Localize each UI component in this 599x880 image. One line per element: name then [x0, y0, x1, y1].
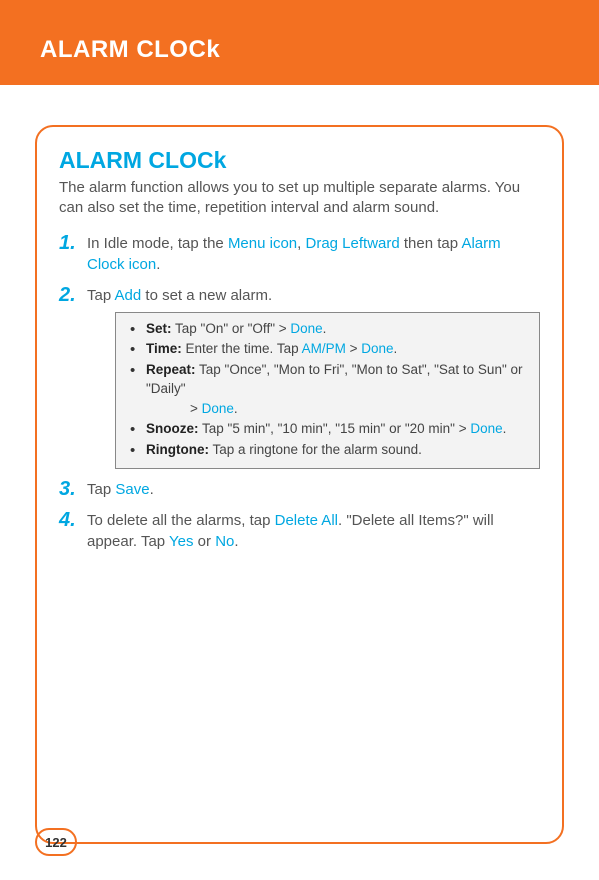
snooze-t1: Tap "5 min", "10 min", "15 min" or "20 m…	[199, 421, 471, 436]
setting-set: Set: Tap "On" or "Off" > Done.	[126, 319, 529, 339]
step-1-mid1: ,	[297, 235, 305, 252]
step-2-post: to set a new alarm.	[141, 287, 272, 304]
settings-infobox: Set: Tap "On" or "Off" > Done. Time: Ent…	[115, 312, 540, 470]
time-ampm: AM/PM	[302, 341, 346, 356]
intro-text: The alarm function allows you to set up …	[59, 178, 540, 219]
steps-list: In Idle mode, tap the Menu icon, Drag Le…	[59, 233, 540, 553]
delete-all-link: Delete All	[275, 512, 338, 529]
yes-link: Yes	[169, 533, 193, 550]
ringtone-t1: Tap a ringtone for the alarm sound.	[209, 442, 422, 457]
step-4: To delete all the alarms, tap Delete All…	[59, 510, 540, 552]
header-title: ALARM CLOCk	[40, 36, 559, 64]
step-4-pre: To delete all the alarms, tap	[87, 512, 275, 529]
step-1-post: .	[156, 256, 160, 273]
ringtone-label: Ringtone:	[146, 442, 209, 457]
step-4-mid2: or	[194, 533, 216, 550]
header-title-tail: k	[206, 36, 220, 63]
setting-snooze: Snooze: Tap "5 min", "10 min", "15 min" …	[126, 419, 529, 439]
add-link: Add	[115, 287, 142, 304]
page-header: ALARM CLOCk	[0, 0, 599, 85]
section-title-main: ALARM CLOC	[59, 147, 214, 173]
content-panel: ALARM CLOCk The alarm function allows yo…	[35, 125, 564, 844]
section-title-tail: k	[214, 147, 227, 173]
time-label: Time:	[146, 341, 182, 356]
step-2-pre: Tap	[87, 287, 115, 304]
section-title: ALARM CLOCk	[59, 147, 540, 174]
snooze-t2: .	[503, 421, 507, 436]
repeat-cont-post: .	[234, 401, 238, 416]
page-number: 122	[45, 835, 67, 850]
step-3-post: .	[150, 481, 154, 498]
repeat-continuation: > Done.	[146, 399, 529, 419]
set-t2: .	[323, 321, 327, 336]
set-label: Set:	[146, 321, 172, 336]
setting-time: Time: Enter the time. Tap AM/PM > Done.	[126, 339, 529, 359]
no-link: No	[215, 533, 234, 550]
page-number-badge: 122	[35, 828, 77, 856]
step-4-post: .	[234, 533, 238, 550]
time-t2: >	[346, 341, 361, 356]
step-1-pre: In Idle mode, tap the	[87, 235, 228, 252]
save-link: Save	[115, 481, 149, 498]
setting-repeat: Repeat: Tap "Once", "Mon to Fri", "Mon t…	[126, 360, 529, 419]
set-t1: Tap "On" or "Off" >	[172, 321, 291, 336]
step-1: In Idle mode, tap the Menu icon, Drag Le…	[59, 233, 540, 275]
settings-list: Set: Tap "On" or "Off" > Done. Time: Ent…	[126, 319, 529, 460]
header-title-main: ALARM CLOC	[40, 36, 206, 63]
step-1-mid2: then tap	[400, 235, 462, 252]
repeat-done: Done	[202, 401, 234, 416]
snooze-label: Snooze:	[146, 421, 199, 436]
snooze-done: Done	[470, 421, 502, 436]
drag-leftward-link: Drag Leftward	[306, 235, 400, 252]
time-done: Done	[361, 341, 393, 356]
repeat-t1: Tap "Once", "Mon to Fri", "Mon to Sat", …	[146, 362, 523, 397]
set-done: Done	[290, 321, 322, 336]
setting-ringtone: Ringtone: Tap a ringtone for the alarm s…	[126, 440, 529, 460]
menu-icon-link: Menu icon	[228, 235, 297, 252]
repeat-label: Repeat:	[146, 362, 196, 377]
time-t3: .	[394, 341, 398, 356]
step-3: Tap Save.	[59, 479, 540, 500]
step-3-pre: Tap	[87, 481, 115, 498]
step-2: Tap Add to set a new alarm. Set: Tap "On…	[59, 285, 540, 470]
time-t1: Enter the time. Tap	[182, 341, 302, 356]
repeat-cont-pre: >	[190, 401, 202, 416]
